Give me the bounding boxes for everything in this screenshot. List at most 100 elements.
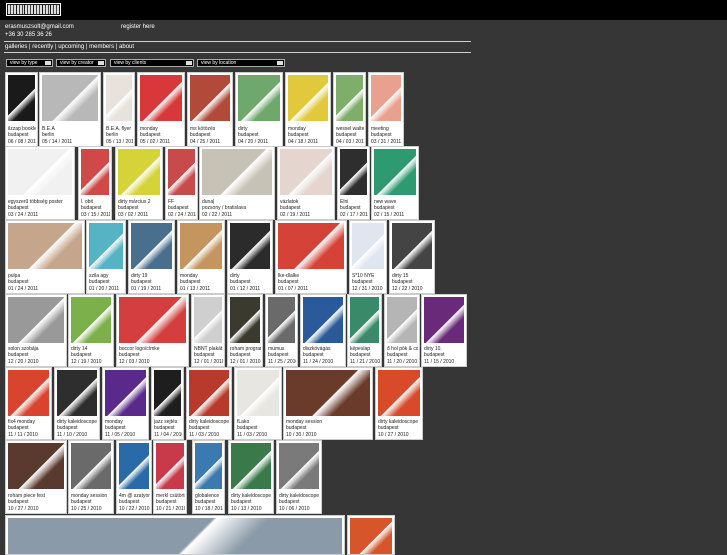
gallery-card[interactable]: dirty kaleidoscope budapest 10 / 06 / 2010 — [276, 440, 322, 514]
poster-thumbnail[interactable] — [42, 75, 98, 121]
gallery-card[interactable]: monday budapest 01 / 13 / 2011 — [177, 220, 225, 294]
poster-thumbnail[interactable] — [350, 518, 392, 554]
site-logo[interactable] — [6, 3, 61, 16]
filter-location-select[interactable]: view by location — [197, 59, 285, 67]
filter-creator-select[interactable]: view by creator — [56, 59, 106, 67]
gallery-card[interactable]: képeslap budapest 11 / 21 / 2010 — [347, 294, 382, 367]
gallery-card[interactable]: dirty budapest 04 / 20 / 2011 — [235, 72, 283, 147]
gallery-card[interactable]: dirty kaleidoscope budapest 10 / 27 / 2010 — [375, 367, 423, 440]
gallery-card[interactable]: l. obit budapest 03 / 15 / 2011 — [78, 146, 112, 220]
filter-clients-select[interactable]: view by clients — [110, 59, 194, 67]
poster-thumbnail[interactable] — [71, 297, 111, 343]
gallery-card[interactable]: diszkóvágás budapest 11 / 24 / 2010 — [300, 294, 346, 367]
gallery-card[interactable]: B.E.A berlin 05 / 14 / 2011 — [39, 72, 101, 147]
poster-thumbnail[interactable] — [378, 370, 420, 416]
poster-thumbnail[interactable] — [81, 149, 109, 195]
gallery-card[interactable]: 4m @ szatyor budapest 10 / 22 / 2010 — [116, 440, 152, 514]
gallery-card[interactable]: dirty március 2 budapest 03 / 02 / 2011 — [115, 146, 163, 220]
poster-thumbnail[interactable] — [8, 443, 64, 489]
poster-thumbnail[interactable] — [105, 370, 146, 416]
poster-thumbnail[interactable] — [230, 223, 270, 269]
gallery-card[interactable]: new wave budapest 02 / 15 / 2011 — [371, 146, 419, 220]
contact-email[interactable]: erasmuszsolt@gmail.com — [5, 24, 74, 30]
poster-thumbnail[interactable] — [231, 443, 271, 489]
poster-thumbnail[interactable] — [118, 149, 160, 195]
poster-thumbnail[interactable] — [131, 223, 172, 269]
gallery-card[interactable]: fLako budapest 11 / 03 / 2010 — [234, 367, 282, 440]
gallery-card[interactable]: egyszerű többség poster budapest 03 / 24 /… — [5, 146, 75, 220]
poster-thumbnail[interactable] — [230, 297, 260, 343]
poster-thumbnail[interactable] — [424, 297, 464, 343]
poster-thumbnail[interactable] — [8, 75, 35, 121]
poster-thumbnail[interactable] — [238, 75, 280, 121]
gallery-card[interactable]: dirty kaleidoscope budapest 10 / 13 / 2010 — [228, 440, 274, 514]
poster-thumbnail[interactable] — [278, 223, 344, 269]
gallery-card[interactable]: merkl csütörtökbudapest10 / 21 / 2010 — [153, 440, 187, 514]
gallery-card[interactable]: vázlatok budapest 02 / 19 / 2011 — [277, 146, 335, 220]
poster-thumbnail[interactable] — [279, 443, 319, 489]
gallery-card[interactable]: ilzzap booklet budapest 06 / 08 / 2011 — [5, 72, 38, 147]
nav-members[interactable]: members — [89, 44, 114, 50]
poster-thumbnail[interactable] — [387, 297, 417, 343]
gallery-card[interactable]: meeting budapest 03 / 31 / 2011 — [368, 72, 404, 147]
gallery-card[interactable]: szila agy budapest 01 / 20 / 2011 — [86, 220, 126, 294]
gallery-card[interactable]: duna| pozsony / bratislava 02 / 22 / 2011 — [199, 146, 275, 220]
gallery-card[interactable]: dirty 19 budapest 01 / 19 / 2011 — [128, 220, 175, 294]
gallery-card[interactable]: dirty kaleidoscope budapest 11 / 10 / 2010 — [54, 367, 100, 440]
gallery-card[interactable]: roham piece fest budapest 10 / 27 / 2010 — [5, 440, 67, 514]
gallery-card[interactable]: FF budapest 02 / 24 / 2011 — [165, 146, 198, 220]
gallery-card[interactable] — [5, 515, 345, 555]
gallery-card[interactable]: monday budapest 04 / 18 / 2011 — [285, 72, 331, 147]
poster-thumbnail[interactable] — [119, 297, 186, 343]
poster-thumbnail[interactable] — [8, 149, 72, 195]
poster-thumbnail[interactable] — [288, 75, 328, 121]
poster-thumbnail[interactable] — [194, 297, 222, 343]
gallery-card[interactable]: fix4 monday budapest 11 / 11 / 2010 — [5, 367, 52, 440]
poster-thumbnail[interactable] — [280, 149, 332, 195]
nav-galleries[interactable]: galleries — [5, 44, 27, 50]
poster-thumbnail[interactable] — [8, 518, 342, 554]
poster-thumbnail[interactable] — [119, 443, 149, 489]
poster-thumbnail[interactable] — [352, 223, 384, 269]
gallery-card[interactable]: boccor logo/címke budapest 12 / 03 / 2010 — [116, 294, 189, 367]
gallery-card[interactable]: S*10 NYE budapest 12 / 31 / 2010 — [349, 220, 387, 294]
poster-thumbnail[interactable] — [202, 149, 272, 195]
gallery-card[interactable]: dirty 14 budapest 12 / 19 / 2010 — [68, 294, 114, 367]
gallery-card[interactable]: solon szobája budapest 12 / 20 / 2010 — [5, 294, 67, 367]
gallery-card[interactable]: globalence budapest 10 / 18 / 2010 — [192, 440, 225, 514]
gallery-card[interactable]: dirty kaleidoscope budapest 11 / 03 / 2010 — [186, 367, 232, 440]
gallery-card[interactable]: ms kötözés budapest 04 / 25 / 2011 — [187, 72, 233, 147]
poster-thumbnail[interactable] — [371, 75, 401, 121]
poster-thumbnail[interactable] — [106, 75, 132, 121]
gallery-card[interactable]: mumus budapest 11 / 25 / 2010 — [265, 294, 298, 367]
gallery-card[interactable] — [347, 515, 395, 555]
poster-thumbnail[interactable] — [336, 75, 363, 121]
poster-thumbnail[interactable] — [8, 370, 49, 416]
poster-thumbnail[interactable] — [8, 223, 82, 269]
nav-upcoming[interactable]: upcoming — [58, 44, 84, 50]
gallery-card[interactable]: roham program budapest 12 / 01 / 2010 — [227, 294, 263, 367]
gallery-card[interactable]: monday session budapest 10 / 25 / 2010 — [68, 440, 114, 514]
gallery-card[interactable]: lke-dlalke budapest 01 / 07 / 2011 — [275, 220, 347, 294]
poster-thumbnail[interactable] — [154, 370, 181, 416]
gallery-card[interactable]: jazz sejtés budapest 11 / 04 / 2010 — [151, 367, 184, 440]
poster-thumbnail[interactable] — [190, 75, 230, 121]
poster-thumbnail[interactable] — [180, 223, 222, 269]
gallery-card[interactable]: dirty 10. budapest 11 / 15 / 2010 — [421, 294, 467, 367]
gallery-card[interactable]: B.E.A. flyerberlin05 / 13 / 2011 — [103, 72, 135, 147]
gallery-card[interactable]: pulpa budapest 01 / 24 / 2011 — [5, 220, 85, 294]
poster-thumbnail[interactable] — [156, 443, 184, 489]
poster-thumbnail[interactable] — [237, 370, 279, 416]
poster-thumbnail[interactable] — [189, 370, 229, 416]
gallery-card[interactable]: ő hol pók & cd budapest 11 / 20 / 2010 — [384, 294, 420, 367]
poster-thumbnail[interactable] — [374, 149, 416, 195]
poster-thumbnail[interactable] — [340, 149, 367, 195]
gallery-card[interactable]: NBNT plakát budapest 12 / 01 / 2010 — [191, 294, 225, 367]
gallery-card[interactable]: Élni budapest 02 / 17 / 2011 — [337, 146, 370, 220]
nav-recently[interactable]: recently — [32, 44, 53, 50]
gallery-card[interactable]: dirty budapest 01 / 12 / 2011 — [227, 220, 273, 294]
poster-thumbnail[interactable] — [140, 75, 182, 121]
filter-type-select[interactable]: view by type — [6, 59, 53, 67]
register-link[interactable]: register here — [121, 24, 155, 30]
gallery-card[interactable]: dirty 15 budapest 12 / 22 / 2010 — [389, 220, 435, 294]
